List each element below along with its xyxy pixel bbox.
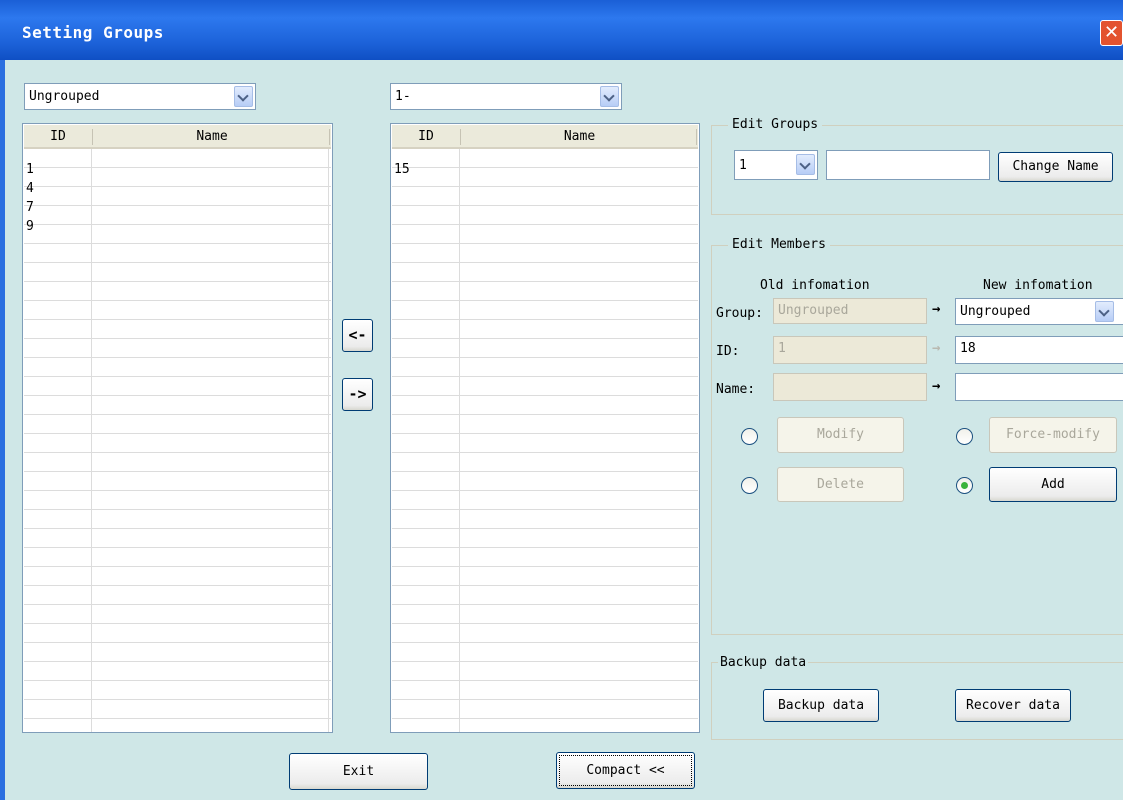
right-col-name[interactable]: Name xyxy=(461,129,698,144)
delete-radio[interactable] xyxy=(741,477,758,494)
list-item[interactable]: 4 xyxy=(26,182,34,195)
modify-radio[interactable] xyxy=(741,428,758,445)
window-frame-left xyxy=(0,60,5,800)
window-title: Setting Groups xyxy=(22,23,164,42)
chevron-down-icon[interactable] xyxy=(234,86,253,107)
chevron-down-icon[interactable] xyxy=(1095,301,1114,322)
arrow-right-icon: → xyxy=(932,378,941,394)
group-name-input[interactable] xyxy=(826,150,990,180)
old-id-field: 1 xyxy=(773,336,927,364)
chevron-down-icon[interactable] xyxy=(600,86,619,107)
title-bar[interactable]: Setting Groups ✕ xyxy=(0,0,1123,60)
add-radio[interactable] xyxy=(956,477,973,494)
group-number-value: 1 xyxy=(739,158,747,173)
list-item[interactable]: 1 xyxy=(26,163,34,176)
exit-button[interactable]: Exit xyxy=(289,753,428,790)
force-modify-button[interactable]: Force-modify xyxy=(989,417,1117,453)
list-item[interactable]: 15 xyxy=(394,163,410,176)
move-left-button[interactable]: <- xyxy=(342,319,373,352)
delete-button[interactable]: Delete xyxy=(777,467,904,502)
old-name-field xyxy=(773,373,927,401)
old-group-field: Ungrouped xyxy=(773,298,927,324)
new-id-input[interactable]: 18 xyxy=(955,336,1123,364)
left-member-list[interactable]: ID Name 1 4 7 9 xyxy=(22,123,333,733)
left-group-select[interactable]: Ungrouped xyxy=(24,83,256,110)
edit-members-legend: Edit Members xyxy=(728,237,830,252)
recover-data-button[interactable]: Recover data xyxy=(955,689,1071,722)
close-icon[interactable]: ✕ xyxy=(1100,20,1123,46)
new-name-input[interactable] xyxy=(955,373,1123,401)
new-group-select[interactable]: Ungrouped xyxy=(955,298,1123,325)
list-item[interactable]: 7 xyxy=(26,201,34,214)
chevron-down-icon[interactable] xyxy=(796,154,815,175)
arrow-right-icon: → xyxy=(932,301,941,317)
right-group-select[interactable]: 1- xyxy=(390,83,622,110)
edit-groups-legend: Edit Groups xyxy=(728,117,823,132)
right-col-id[interactable]: ID xyxy=(392,129,460,144)
arrow-right-icon: → xyxy=(932,340,941,356)
right-member-list[interactable]: ID Name 15 xyxy=(390,123,700,733)
compact-button[interactable]: Compact << xyxy=(556,752,695,789)
backup-legend: Backup data xyxy=(718,655,809,670)
right-group-select-value: 1- xyxy=(395,89,411,104)
right-list-rows xyxy=(392,149,698,732)
new-group-value: Ungrouped xyxy=(960,304,1031,319)
modify-button[interactable]: Modify xyxy=(777,417,904,453)
left-list-header: ID Name xyxy=(24,125,331,149)
right-list-header: ID Name xyxy=(392,125,698,149)
change-name-button[interactable]: Change Name xyxy=(998,152,1113,182)
list-item[interactable]: 9 xyxy=(26,220,34,233)
left-group-select-value: Ungrouped xyxy=(29,89,100,104)
force-modify-radio[interactable] xyxy=(956,428,973,445)
left-col-id[interactable]: ID xyxy=(24,129,92,144)
backup-data-button[interactable]: Backup data xyxy=(763,689,879,722)
old-info-header: Old infomation xyxy=(760,278,870,293)
name-label: Name: xyxy=(716,382,756,397)
group-label: Group: xyxy=(716,306,763,321)
left-list-rows xyxy=(24,149,331,732)
group-number-select[interactable]: 1 xyxy=(734,150,818,180)
new-info-header: New infomation xyxy=(983,278,1093,293)
left-col-name[interactable]: Name xyxy=(93,129,331,144)
move-right-button[interactable]: -> xyxy=(342,378,373,411)
add-button[interactable]: Add xyxy=(989,467,1117,502)
id-label: ID: xyxy=(716,344,740,359)
